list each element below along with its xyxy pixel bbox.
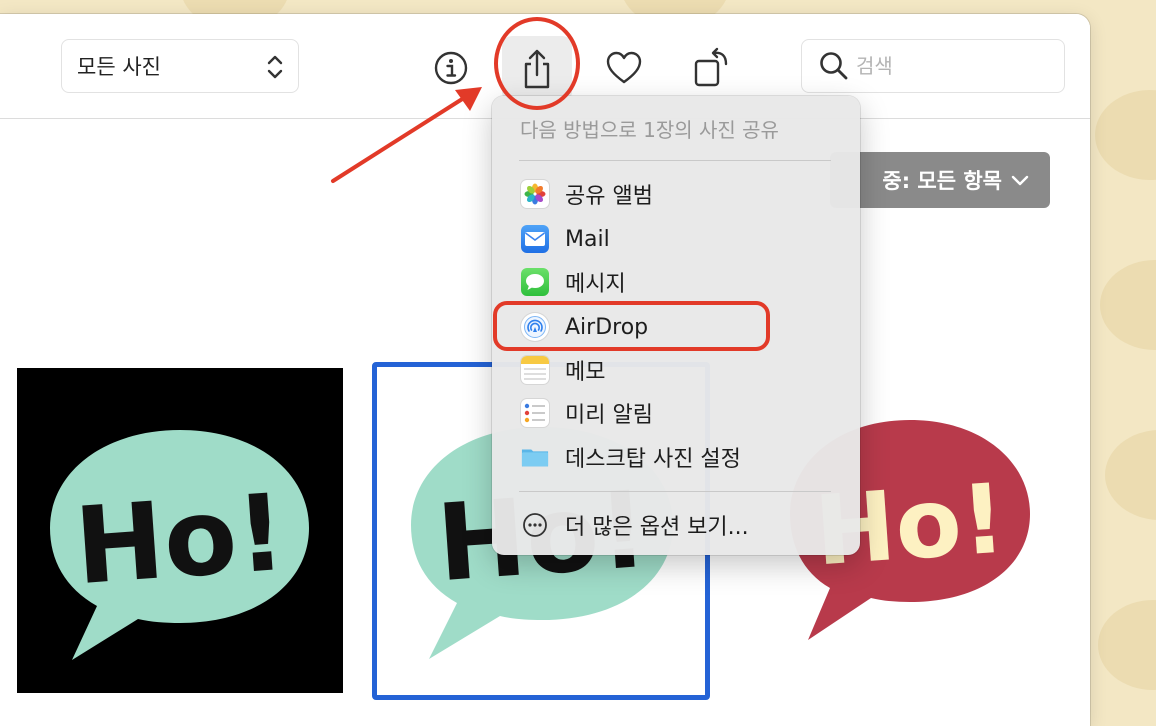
airdrop-icon <box>521 313 549 341</box>
share-item-label: AirDrop <box>565 314 649 340</box>
share-item-label: 데스크탑 사진 설정 <box>565 447 741 472</box>
share-item-shared-album[interactable]: 공유 앨범 <box>508 174 844 214</box>
chevron-down-icon <box>1011 175 1029 186</box>
share-more-options[interactable]: 더 많은 옵션 보기... <box>508 505 844 545</box>
search-icon <box>820 52 848 80</box>
share-button[interactable] <box>502 36 572 102</box>
search-field[interactable] <box>801 39 1065 93</box>
heart-icon <box>606 51 642 84</box>
photo-text: Ho! <box>71 471 289 608</box>
speech-bubble-image: Ho! <box>50 430 309 660</box>
photos-icon <box>521 180 549 208</box>
photo-thumbnail[interactable]: Ho! <box>17 368 343 693</box>
share-item-desktop-picture[interactable]: 데스크탑 사진 설정 <box>508 437 844 477</box>
share-item-airdrop[interactable]: AirDrop <box>508 307 844 347</box>
messages-icon <box>521 268 549 296</box>
share-menu: 다음 방법으로 1장의 사진 공유 공유 앨범 Mail 메시지 AirDrop… <box>492 96 860 555</box>
filter-button[interactable]: 중: 모든 항목 <box>830 152 1050 208</box>
share-menu-title: 다음 방법으로 1장의 사진 공유 <box>520 118 779 142</box>
menu-divider <box>519 160 831 161</box>
chevron-updown-icon <box>267 55 283 79</box>
share-item-notes[interactable]: 메모 <box>508 350 844 390</box>
rotate-button[interactable] <box>690 46 734 90</box>
info-icon <box>434 51 468 85</box>
share-item-label: 메시지 <box>565 272 626 297</box>
search-input[interactable] <box>856 54 1046 78</box>
share-item-label: Mail <box>565 226 610 252</box>
share-more-label: 더 많은 옵션 보기... <box>565 515 749 540</box>
favorite-button[interactable] <box>602 46 646 90</box>
view-select[interactable]: 모든 사진 <box>61 39 299 93</box>
notes-icon <box>521 356 549 384</box>
share-item-reminders[interactable]: 미리 알림 <box>508 393 844 433</box>
filter-label: 중: 모든 항목 <box>882 169 1002 193</box>
share-item-messages[interactable]: 메시지 <box>508 262 844 302</box>
rotate-icon <box>694 47 728 87</box>
share-item-label: 공유 앨범 <box>565 184 653 209</box>
desktop-folder-icon <box>521 443 549 471</box>
more-options-icon <box>521 511 549 539</box>
reminders-icon <box>521 399 549 427</box>
view-select-value: 모든 사진 <box>77 55 161 79</box>
menu-divider <box>519 491 831 492</box>
info-button[interactable] <box>429 46 473 90</box>
share-item-label: 미리 알림 <box>565 403 653 428</box>
mail-icon <box>521 225 549 253</box>
share-icon <box>524 49 550 89</box>
share-item-label: 메모 <box>565 360 606 385</box>
share-item-mail[interactable]: Mail <box>508 219 844 259</box>
